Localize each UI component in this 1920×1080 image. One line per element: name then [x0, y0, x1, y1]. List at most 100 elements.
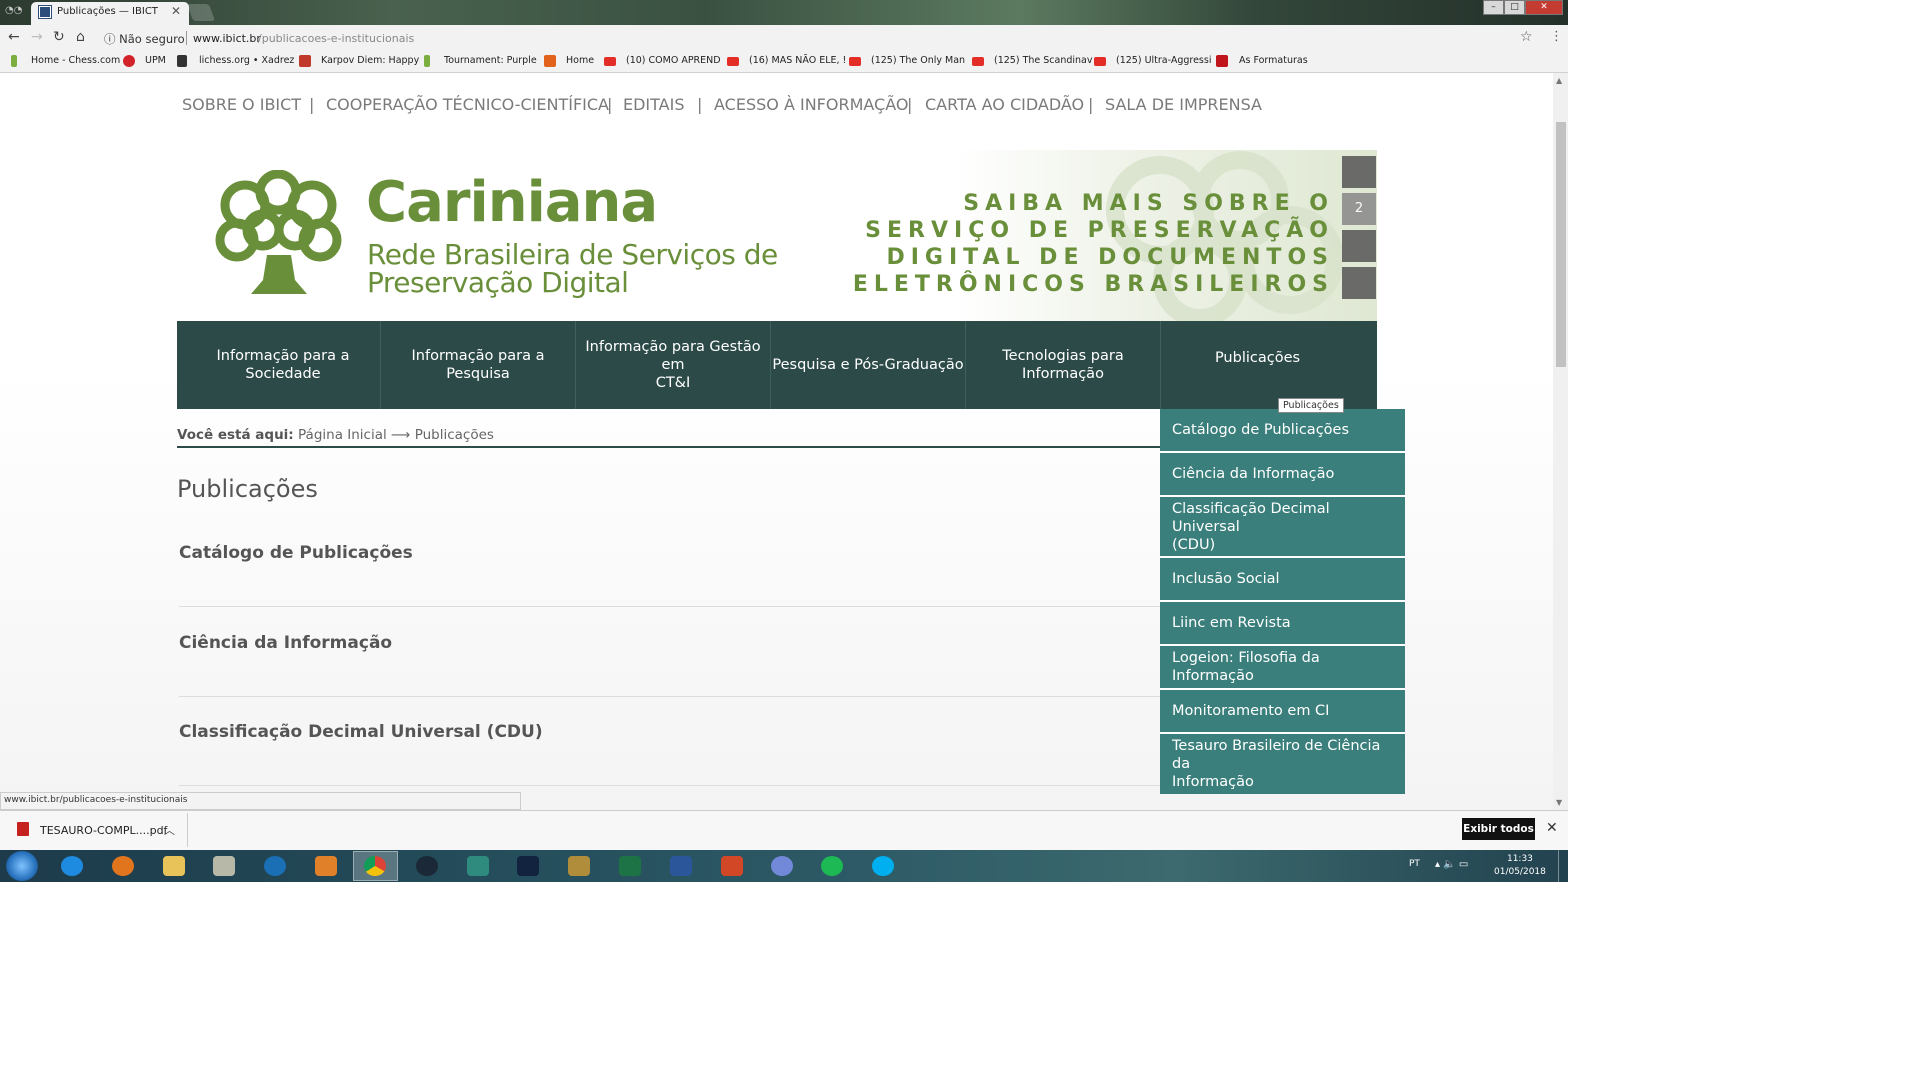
language-indicator[interactable]: PT [1409, 859, 1420, 869]
battlenet-icon[interactable] [517, 856, 539, 876]
dropdown-label: Classificação Decimal Universal [1172, 500, 1330, 535]
ccleaner-icon[interactable] [264, 856, 286, 876]
dropdown-liinc[interactable]: Liinc em Revista [1160, 602, 1405, 646]
dropdown-tesauro[interactable]: Tesauro Brasileiro de Ciência da Informaç… [1160, 734, 1405, 794]
link-carta-cidadao[interactable]: CARTA AO CIDADÃO [925, 95, 1084, 114]
show-all-downloads-button[interactable]: Exibir todos [1462, 818, 1535, 840]
bookmark-item[interactable]: Home [566, 55, 594, 66]
top-separator: | [309, 95, 315, 114]
incognito-profile-icon[interactable]: ◔◔ [5, 5, 22, 19]
home-bookmark-icon [544, 55, 556, 67]
address-divider [186, 31, 187, 45]
dropdown-label: Liinc em Revista [1172, 615, 1291, 631]
breadcrumb-home-link[interactable]: Página Inicial [298, 427, 387, 443]
dropdown-ciencia[interactable]: Ciência da Informação [1160, 453, 1405, 497]
powerpoint-icon[interactable] [721, 856, 743, 876]
bookmark-item[interactable]: Tournament: Purple [444, 55, 537, 66]
back-icon[interactable]: ← [8, 29, 20, 45]
word-icon[interactable] [670, 856, 692, 876]
security-label: Não seguro [119, 32, 185, 46]
start-button[interactable] [6, 851, 38, 881]
slide-button-3[interactable] [1342, 230, 1376, 262]
dropdown-label: Inclusão Social [1172, 571, 1280, 587]
scanner-icon[interactable] [213, 856, 235, 876]
dropdown-inclusao[interactable]: Inclusão Social [1160, 558, 1405, 602]
steam-icon[interactable] [416, 856, 438, 876]
norton-icon[interactable] [315, 856, 337, 876]
dropdown-catalogo[interactable]: Catálogo de Publicações [1160, 409, 1405, 453]
link-cooperacao[interactable]: COOPERAÇÃO TÉCNICO-CIENTÍFICA [326, 95, 609, 114]
minimize-button[interactable]: – [1483, 0, 1504, 15]
chevron-up-icon[interactable]: ︿ [164, 822, 175, 838]
nav-informacao-sociedade[interactable]: Informação para a Sociedade [186, 321, 381, 409]
security-indicator[interactable]: ⓘ Não seguro [104, 31, 185, 47]
maximize-button[interactable]: □ [1504, 0, 1525, 15]
bookmark-item[interactable]: (125) Ultra-Aggressi [1116, 55, 1211, 66]
chrome-menu-icon[interactable]: ⋮ [1550, 29, 1563, 44]
reload-icon[interactable]: ↻ [53, 29, 65, 45]
link-acesso-informacao[interactable]: ACESSO À INFORMAÇÃO [714, 95, 908, 114]
dropdown-cdu[interactable]: Classificação Decimal Universal (CDU) [1160, 497, 1405, 558]
banner-promo-line: DIGITAL DE DOCUMENTOS [886, 245, 1334, 270]
discord-icon[interactable] [771, 856, 793, 876]
nav-informacao-pesquisa[interactable]: Informação para a Pesquisa [381, 321, 576, 409]
entry-ciencia-link[interactable]: Ciência da Informação [179, 633, 392, 653]
link-sobre-ibict[interactable]: SOBRE O IBICT [182, 95, 301, 114]
scroll-down-icon[interactable]: ▼ [1556, 798, 1562, 807]
internet-explorer-icon[interactable] [61, 856, 83, 876]
home-icon[interactable]: ⌂ [76, 29, 85, 45]
excel-icon[interactable] [619, 856, 641, 876]
scroll-thumb[interactable] [1556, 122, 1566, 367]
nav-label: Informação para Gestão em [585, 339, 761, 373]
chrome-icon[interactable] [364, 856, 386, 876]
nav-pesquisa-pos[interactable]: Pesquisa e Pós-Graduação [771, 321, 966, 409]
bookmark-item[interactable]: UPM [145, 55, 166, 66]
link-sala-imprensa[interactable]: SALA DE IMPRENSA [1105, 95, 1262, 114]
bookmark-item[interactable]: lichess.org • Xadrez [199, 55, 294, 66]
window-close-button[interactable]: ✕ [1525, 0, 1563, 15]
nav-tecnologias[interactable]: Tecnologias para Informação [966, 321, 1161, 409]
bookmark-item[interactable]: As Formaturas [1239, 55, 1308, 66]
chessboard-bookmark-icon [299, 55, 311, 67]
tab-close-icon[interactable]: ✕ [171, 4, 181, 18]
bookmark-item[interactable]: (125) The Only Man [871, 55, 965, 66]
app-icon[interactable] [467, 856, 489, 876]
bookmark-item[interactable]: (125) The Scandinav [994, 55, 1092, 66]
entry-divider [179, 606, 1164, 607]
entry-cdu-link[interactable]: Classificação Decimal Universal (CDU) [179, 722, 543, 742]
dropdown-label: (CDU) [1172, 536, 1216, 553]
show-desktop-button[interactable] [1558, 850, 1568, 882]
nav-publicacoes[interactable]: Publicações [1161, 321, 1354, 409]
slide-button-4[interactable] [1342, 267, 1376, 299]
media-player-icon[interactable] [112, 856, 134, 876]
cariniana-tree-logo [215, 170, 342, 294]
forward-icon[interactable]: → [31, 29, 43, 45]
bookmark-item[interactable]: Karpov Diem: Happy [321, 55, 419, 66]
slide-button-2[interactable]: 2 [1342, 193, 1376, 225]
file-explorer-icon[interactable] [163, 856, 185, 876]
clock-date: 01/05/2018 [1494, 867, 1546, 877]
top-separator: | [697, 95, 703, 114]
entry-catalogo-link[interactable]: Catálogo de Publicações [179, 543, 413, 563]
spotify-icon[interactable] [821, 856, 843, 876]
bookmark-item[interactable]: (16) MAS NÃO ELE, ! [749, 55, 846, 66]
url-host: www.ibict.br [193, 32, 261, 45]
taskbar-clock[interactable]: 11:33 01/05/2018 [1494, 853, 1546, 879]
formaturas-bookmark-icon [1216, 55, 1228, 67]
youtube-icon [849, 57, 861, 66]
slide-button-1[interactable] [1342, 156, 1376, 188]
skype-icon[interactable] [872, 856, 894, 876]
link-editais[interactable]: EDITAIS [623, 95, 685, 114]
bookmark-item[interactable]: Home - Chess.com [31, 55, 120, 66]
close-download-bar-icon[interactable]: ✕ [1546, 820, 1558, 836]
system-tray-icons[interactable]: ▴ 🔈 ▭ [1435, 859, 1468, 870]
nav-label: Sociedade [245, 366, 321, 382]
nav-label: CT&I [655, 375, 691, 391]
bookmark-item[interactable]: (10) COMO APREND [626, 55, 721, 66]
nav-informacao-gestao[interactable]: Informação para Gestão em CT&I [576, 321, 771, 409]
bookmark-star-icon[interactable]: ☆ [1520, 29, 1533, 45]
dropdown-logeion[interactable]: Logeion: Filosofia da Informação [1160, 646, 1405, 690]
dropdown-monitoramento[interactable]: Monitoramento em CI [1160, 690, 1405, 734]
league-of-legends-icon[interactable] [568, 856, 590, 876]
scroll-up-icon[interactable]: ▲ [1556, 76, 1562, 85]
